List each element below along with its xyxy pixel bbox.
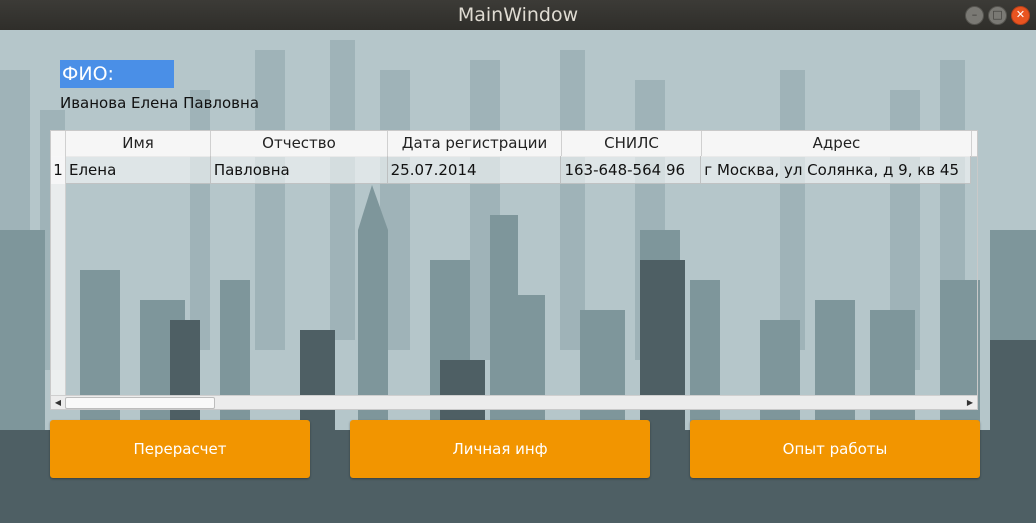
scroll-right-icon[interactable]: ▶	[963, 396, 977, 409]
close-icon[interactable]: ✕	[1011, 6, 1030, 25]
cell-address[interactable]: г Москва, ул Солянка, д 9, кв 45	[701, 156, 971, 184]
minimize-icon[interactable]: –	[965, 6, 984, 25]
fio-value: Иванова Елена Павловна	[60, 94, 260, 112]
scrollbar-thumb[interactable]	[65, 397, 215, 409]
recalc-button[interactable]: Перерасчет	[50, 420, 310, 478]
main-window-client: ФИО: Иванова Елена Павловна Имя Отчество…	[0, 30, 1036, 523]
column-header-name[interactable]: Имя	[66, 131, 211, 156]
column-header-address[interactable]: Адрес	[702, 131, 972, 156]
table-row[interactable]: 1 Елена Павловна 25.07.2014 163-648-564 …	[51, 156, 971, 184]
table-header: Имя Отчество Дата регистрации СНИЛС Адре…	[51, 131, 977, 157]
personal-info-button[interactable]: Личная инф	[350, 420, 650, 478]
row-header-area	[51, 156, 66, 409]
work-experience-button[interactable]: Опыт работы	[690, 420, 980, 478]
column-header-patronymic[interactable]: Отчество	[211, 131, 388, 156]
column-header-snils[interactable]: СНИЛС	[562, 131, 702, 156]
column-header-reg-date[interactable]: Дата регистрации	[388, 131, 562, 156]
fio-label: ФИО:	[60, 60, 174, 88]
cell-name[interactable]: Елена	[65, 156, 211, 184]
row-number[interactable]: 1	[51, 156, 66, 184]
window-title: MainWindow	[457, 4, 579, 26]
table-corner-button[interactable]	[51, 131, 66, 156]
maximize-icon[interactable]: □	[988, 6, 1007, 25]
employee-table[interactable]: Имя Отчество Дата регистрации СНИЛС Адре…	[50, 130, 978, 410]
scroll-left-icon[interactable]: ◀	[51, 396, 65, 409]
cell-snils[interactable]: 163-648-564 96	[561, 156, 702, 184]
horizontal-scrollbar[interactable]: ◀ ▶	[51, 395, 977, 409]
cell-reg-date[interactable]: 25.07.2014	[387, 156, 562, 184]
window-titlebar: MainWindow – □ ✕	[0, 0, 1036, 30]
cell-patronymic[interactable]: Павловна	[210, 156, 388, 184]
